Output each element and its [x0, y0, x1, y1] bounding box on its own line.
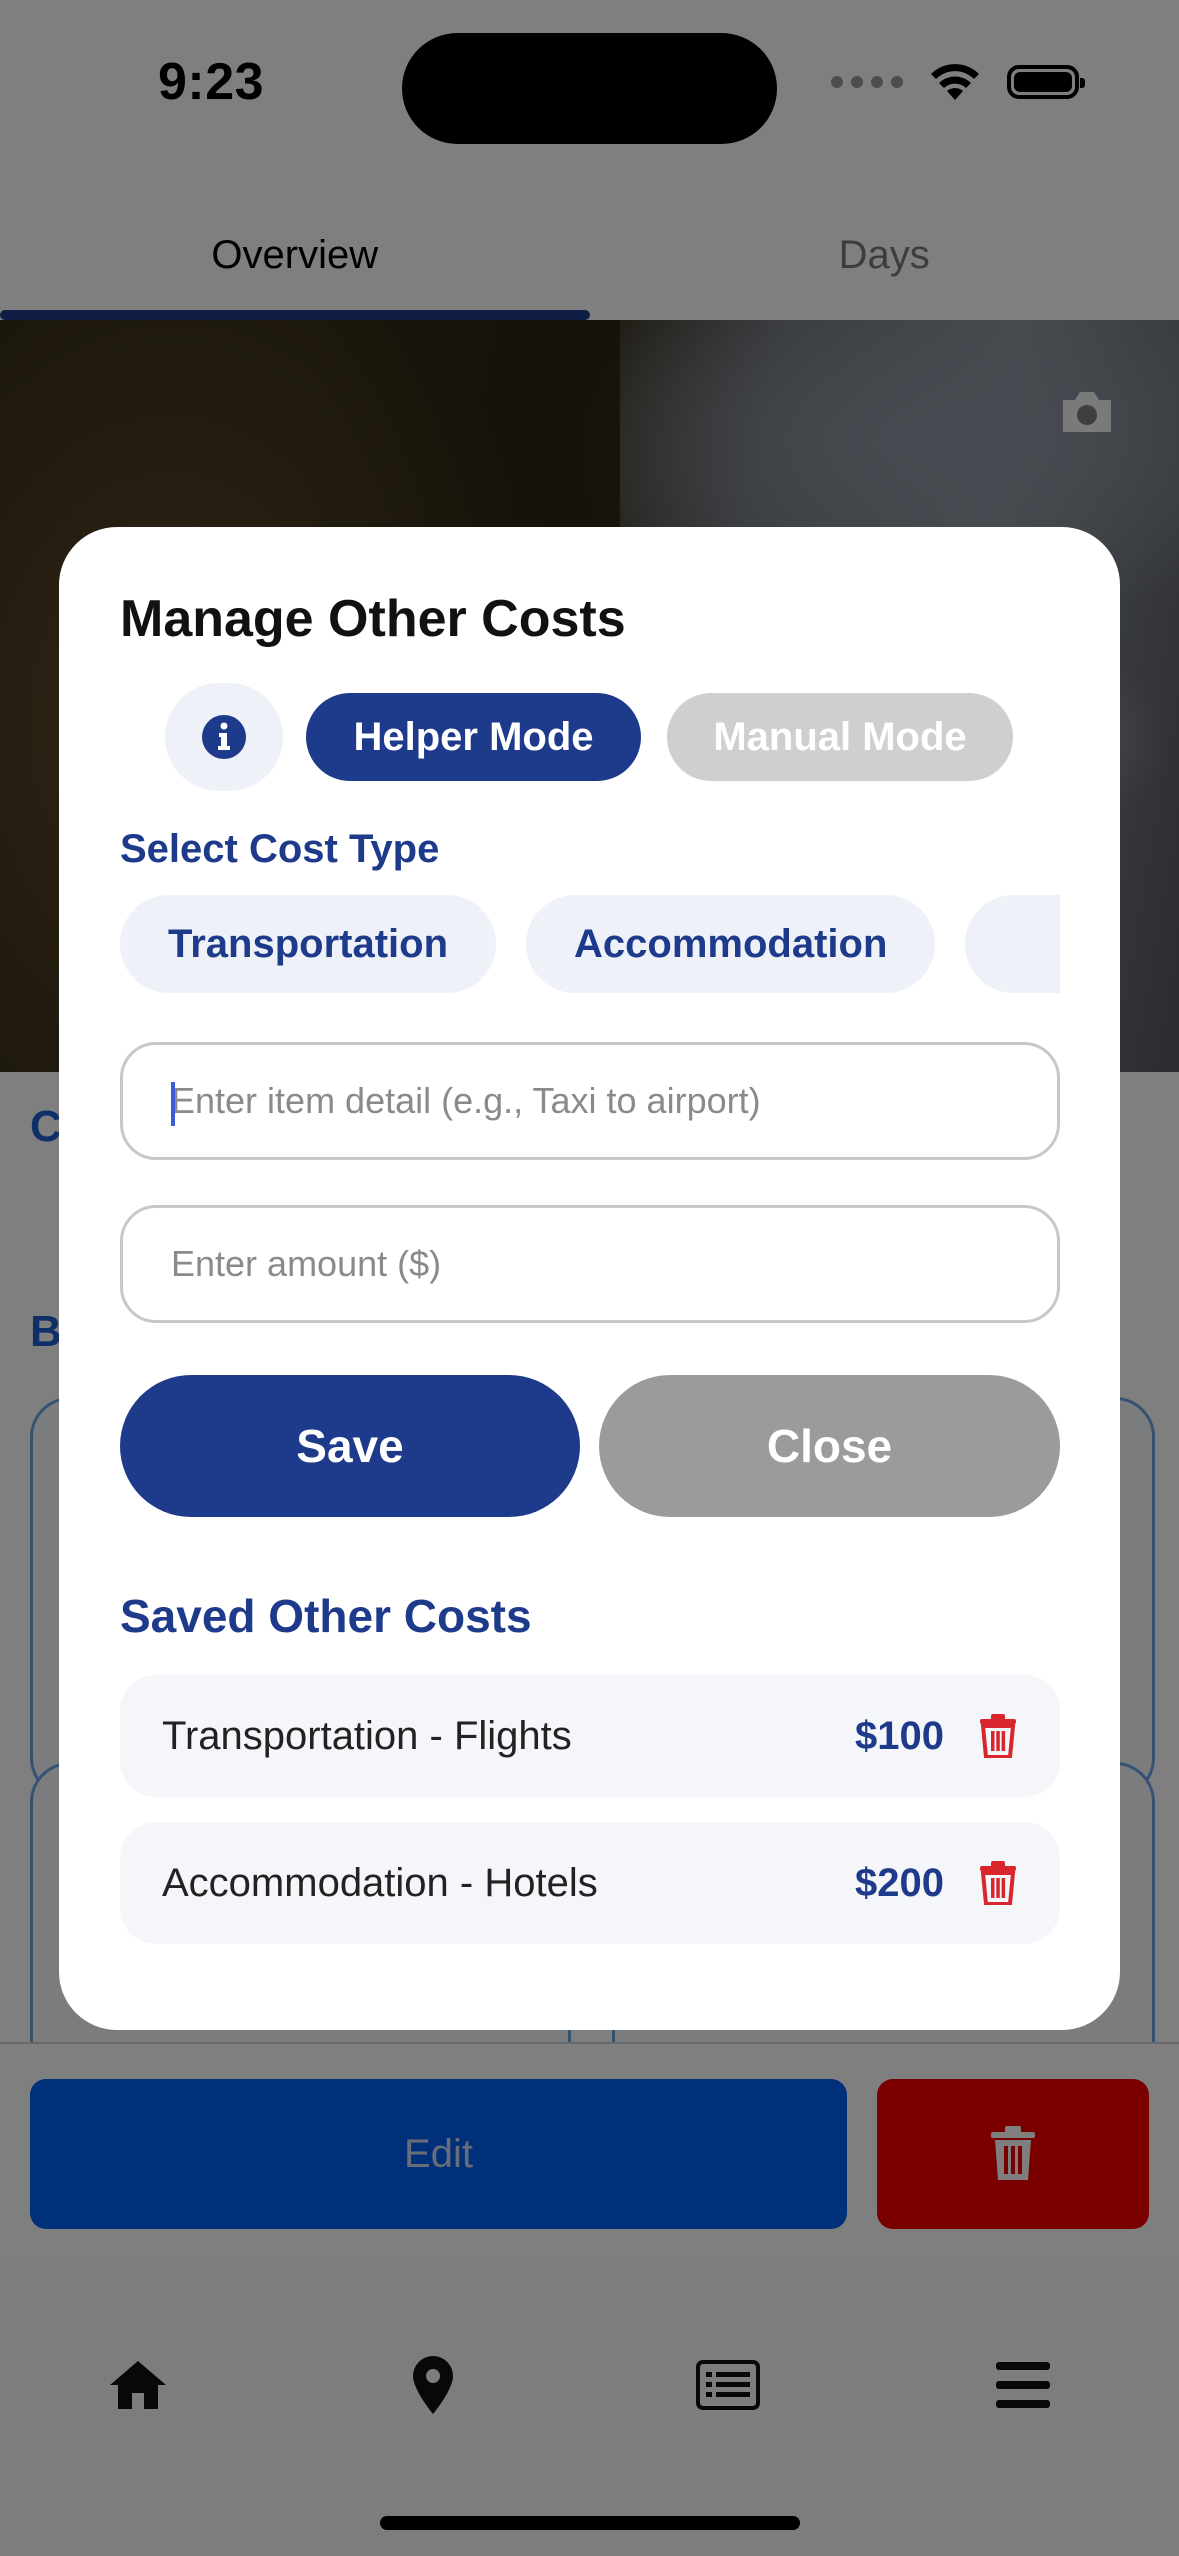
text-cursor: [171, 1082, 175, 1126]
saved-cost-row: Accommodation - Hotels $200: [120, 1822, 1060, 1944]
item-detail-field[interactable]: [120, 1042, 1060, 1160]
saved-costs-list: Transportation - Flights $100 Accommodat…: [120, 1675, 1060, 1969]
amount-field[interactable]: [120, 1205, 1060, 1323]
delete-cost-button[interactable]: [978, 1860, 1018, 1906]
saved-cost-name: Accommodation - Hotels: [162, 1860, 598, 1905]
item-detail-input[interactable]: [123, 1045, 1057, 1157]
amount-input[interactable]: [123, 1208, 1057, 1320]
saved-cost-amount: $100: [855, 1713, 944, 1758]
manage-other-costs-modal: Manage Other Costs Helper Mode Manual Mo…: [59, 527, 1120, 2030]
helper-mode-button[interactable]: Helper Mode: [306, 693, 641, 781]
close-button[interactable]: Close: [599, 1375, 1060, 1517]
save-button[interactable]: Save: [120, 1375, 580, 1517]
info-icon: [202, 715, 246, 759]
trash-icon: [980, 1714, 1016, 1758]
info-button[interactable]: [165, 683, 283, 791]
saved-cost-amount: $200: [855, 1860, 944, 1905]
delete-cost-button[interactable]: [978, 1713, 1018, 1759]
modal-title: Manage Other Costs: [120, 590, 626, 648]
trash-icon: [980, 1861, 1016, 1905]
cost-type-chip-accommodation[interactable]: Accommodation: [526, 895, 936, 993]
saved-cost-row: Transportation - Flights $100: [120, 1675, 1060, 1797]
cost-type-chip-partial[interactable]: [965, 895, 1060, 993]
manual-mode-button[interactable]: Manual Mode: [667, 693, 1013, 781]
cost-type-scroller[interactable]: Transportation Accommodation: [120, 895, 1060, 995]
saved-other-costs-heading: Saved Other Costs: [120, 1590, 532, 1642]
cost-type-chip-transportation[interactable]: Transportation: [120, 895, 497, 993]
saved-cost-name: Transportation - Flights: [162, 1713, 572, 1758]
select-cost-type-label: Select Cost Type: [120, 827, 440, 871]
